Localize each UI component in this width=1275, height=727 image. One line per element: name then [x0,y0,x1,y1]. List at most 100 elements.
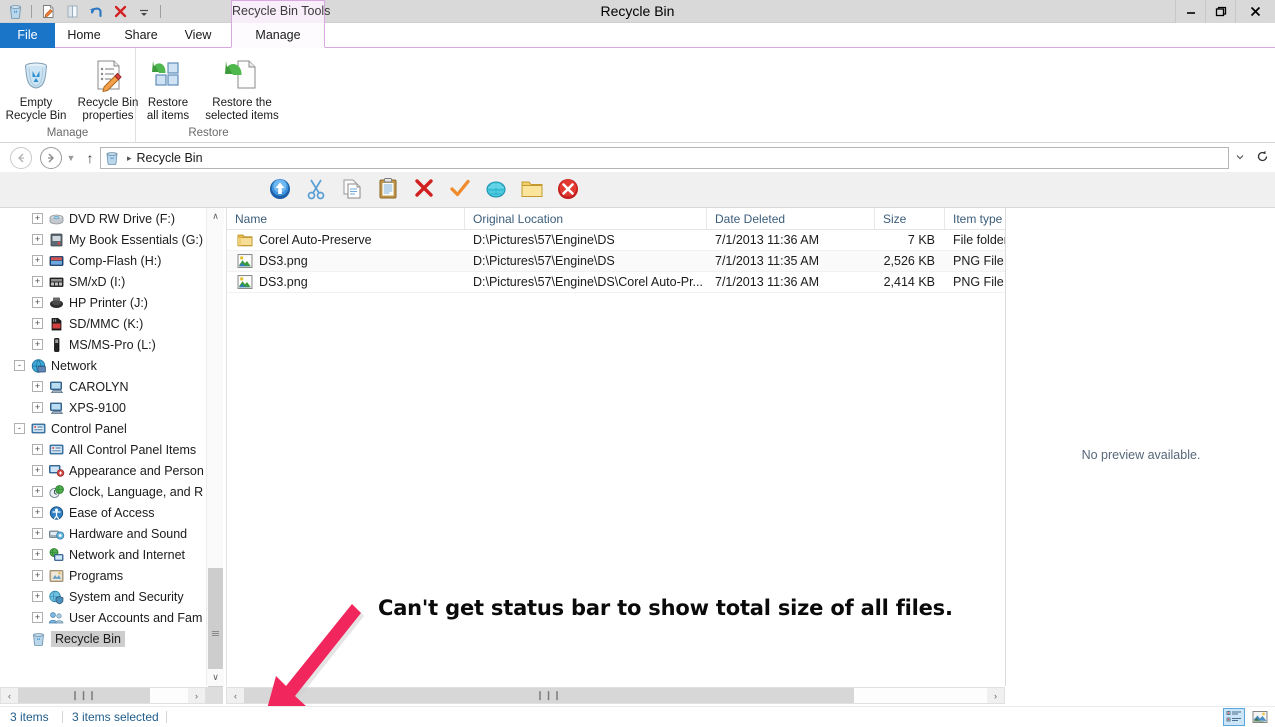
tree-item-appearance-and-person[interactable]: + Appearance and Person [0,460,224,481]
tree-horizontal-scrollbar[interactable]: ‹ ❙❙❙ › [0,687,206,704]
scroll-right-button[interactable]: › [987,688,1004,703]
tree-item-programs[interactable]: + Programs [0,565,224,586]
tree-item-label: SM/xD (I:) [69,274,126,289]
address-bar: ▼ ↑ ▸ Recycle Bin [0,144,1275,172]
expand-icon[interactable]: + [32,528,43,539]
refresh-icon[interactable] [1256,150,1269,166]
collapse-icon[interactable]: - [14,423,25,434]
tree-item-clock-language-and-r[interactable]: + Clock, Language, and R [0,481,224,502]
tree-item-user-accounts-and-fam[interactable]: + User Accounts and Fam [0,607,224,628]
expand-icon[interactable]: + [32,255,43,266]
expand-icon[interactable]: + [32,612,43,623]
details-view-icon[interactable] [1223,708,1245,726]
forward-button[interactable] [40,147,62,169]
tree-item-network-and-internet[interactable]: + Network and Internet [0,544,224,565]
tree-item-sm-xd-i[interactable]: + SM/xD (I:) [0,271,224,292]
tree-hscroll-track[interactable]: ❙❙❙ [18,688,188,703]
close-button[interactable] [1235,0,1275,23]
undo-icon[interactable] [85,2,107,22]
table-row[interactable]: DS3.png D:\Pictures\57\Engine\DS 7/1/2013 … [227,251,1006,272]
expand-icon[interactable]: + [32,402,43,413]
tree-item-ms-ms-pro-l[interactable]: + MS/MS-Pro (L:) [0,334,224,355]
folder-icon[interactable] [520,177,546,203]
cut-icon[interactable] [304,177,330,203]
expand-icon[interactable]: + [32,381,43,392]
customize-dropdown-icon[interactable] [133,2,155,22]
tree-item-control-panel[interactable]: - Control Panel [0,418,224,439]
tab-home[interactable]: Home [57,23,111,48]
table-row[interactable]: Corel Auto-Preserve D:\Pictures\57\Engine… [227,230,1006,251]
restore-icon[interactable] [268,177,294,203]
tree-item-comp-flash-h[interactable]: + Comp-Flash (H:) [0,250,224,271]
expand-icon[interactable]: + [32,213,43,224]
tree-item-network[interactable]: - Network [0,355,224,376]
address-input[interactable]: ▸ Recycle Bin [100,147,1229,169]
expand-icon[interactable]: + [32,591,43,602]
tree-item-carolyn[interactable]: + CAROLYN [0,376,224,397]
column-header-size[interactable]: Size [875,208,945,229]
tree-item-xps-9100[interactable]: + XPS-9100 [0,397,224,418]
tree-item-ease-of-access[interactable]: + Ease of Access [0,502,224,523]
expand-icon[interactable]: + [32,234,43,245]
maximize-button[interactable] [1205,0,1235,23]
close-red-icon[interactable] [556,177,582,203]
delete-icon[interactable] [412,177,438,203]
scroll-up-button[interactable]: ∧ [207,208,224,225]
new-folder-icon[interactable] [61,2,83,22]
scroll-down-button[interactable]: ∨ [207,669,224,686]
restore-selected-items-button[interactable]: Restore the selected items [200,52,284,123]
tree-item-recycle-bin[interactable]: Recycle Bin [0,628,224,649]
expand-icon[interactable]: + [32,318,43,329]
empty-recycle-bin-button[interactable]: Empty Recycle Bin [0,52,72,123]
tree-item-all-control-panel-items[interactable]: + All Control Panel Items [0,439,224,460]
status-divider-2 [166,711,167,723]
breadcrumb-path[interactable]: Recycle Bin [137,151,203,165]
column-header-date-deleted[interactable]: Date Deleted [707,208,875,229]
tree-item-hardware-and-sound[interactable]: + Hardware and Sound [0,523,224,544]
tree-item-sd-mmc-k[interactable]: + SD/MMC (K:) [0,313,224,334]
tab-file[interactable]: File [0,23,55,48]
recent-locations-icon[interactable]: ▼ [62,153,80,163]
expand-icon[interactable]: + [32,486,43,497]
properties-icon[interactable] [37,2,59,22]
scroll-right-button[interactable]: › [188,688,205,703]
tree-item-hp-printer-j[interactable]: + HP Printer (J:) [0,292,224,313]
column-header-original-location[interactable]: Original Location [465,208,707,229]
quick-access-toolbar [4,0,164,23]
paste-icon[interactable] [376,177,402,203]
restore-all-items-button[interactable]: Restore all items [136,52,200,123]
delete-icon[interactable] [109,2,131,22]
back-button[interactable] [10,147,32,169]
recycle-bin-icon[interactable] [4,2,26,22]
minimize-button[interactable] [1175,0,1205,23]
expand-icon[interactable]: + [32,444,43,455]
expand-icon[interactable]: + [32,297,43,308]
expand-icon[interactable]: + [32,507,43,518]
check-icon[interactable] [448,177,474,203]
search-icon[interactable] [484,177,510,203]
copy-icon[interactable] [340,177,366,203]
table-row[interactable]: DS3.png D:\Pictures\57\Engine\DS\Corel Au… [227,272,1006,293]
tree-vertical-scrollbar[interactable]: ∧ ∨ [206,208,224,698]
chevron-down-icon[interactable] [1235,152,1245,165]
tab-view[interactable]: View [171,23,225,48]
navigation-tree[interactable]: + DVD RW Drive (F:) + My Book Essentials (G… [0,208,224,686]
large-icons-view-icon[interactable] [1249,708,1271,726]
column-header-name[interactable]: Name [227,208,465,229]
expand-icon[interactable]: + [32,276,43,287]
tree-item-dvd-rw-drive-f[interactable]: + DVD RW Drive (F:) [0,208,224,229]
expand-icon[interactable]: + [32,339,43,350]
tab-share[interactable]: Share [113,23,169,48]
column-header-item-type[interactable]: Item type [945,208,1006,229]
tree-item-system-and-security[interactable]: + System and Security [0,586,224,607]
scroll-left-button[interactable]: ‹ [1,688,18,703]
tree-item-my-book-essentials-g[interactable]: + My Book Essentials (G:) [0,229,224,250]
expand-icon[interactable]: + [32,570,43,581]
collapse-icon[interactable]: - [14,360,25,371]
up-button[interactable]: ↑ [80,150,100,166]
expand-icon[interactable]: + [32,549,43,560]
tree-item-label: CAROLYN [69,379,129,394]
tab-manage[interactable]: Manage [231,23,325,48]
expand-icon[interactable]: + [32,465,43,476]
tree-hscroll-thumb[interactable]: ❙❙❙ [18,688,150,703]
